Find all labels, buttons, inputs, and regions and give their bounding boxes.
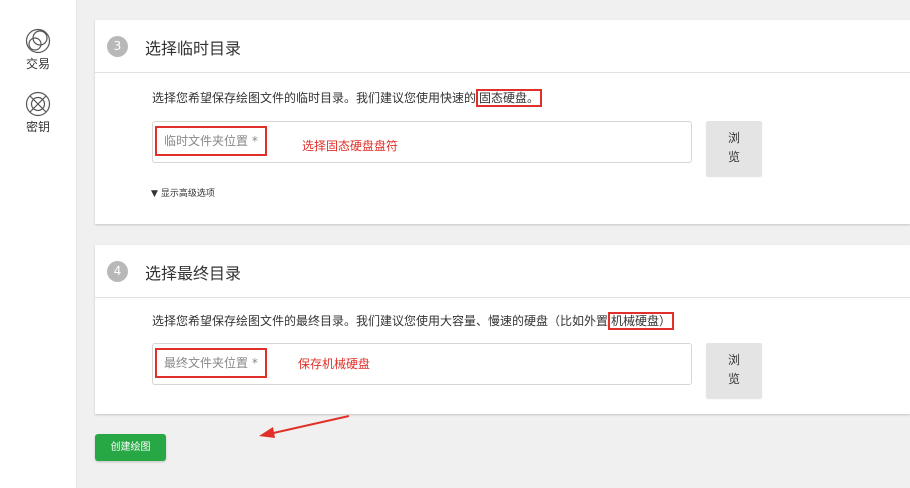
nav-label-keys: 密钥 bbox=[25, 120, 50, 134]
nav-label-exchange: 交易 bbox=[25, 57, 50, 71]
chevron-down-icon: ▼ bbox=[151, 189, 158, 199]
create-plot-button[interactable]: 创建绘图 bbox=[95, 434, 166, 461]
desc-text: 选择您希望保存绘图文件的临时目录。我们建议您使用快速的 bbox=[152, 91, 477, 105]
browse-label-2: 览 bbox=[727, 372, 740, 386]
browse-label-1: 浏 bbox=[727, 353, 740, 367]
browse-button[interactable]: 浏 览 bbox=[706, 343, 762, 398]
nav-item-exchange[interactable]: 交易 bbox=[14, 28, 62, 72]
browse-label-2: 览 bbox=[727, 150, 740, 164]
step-badge: 3 bbox=[107, 36, 128, 57]
desc-highlight: 固态硬盘。 bbox=[476, 89, 543, 107]
advanced-label: 显示高级选项 bbox=[160, 189, 215, 199]
annotation-arrow-icon bbox=[259, 415, 350, 438]
card-title: 选择临时目录 bbox=[145, 39, 242, 58]
main-content: 3 选择临时目录 选择您希望保存绘图文件的临时目录。我们建议您使用快速的 固态硬盘… bbox=[77, 0, 910, 488]
final-card-header: 4 选择最终目录 bbox=[95, 245, 910, 298]
annotation-note: 保存机械硬盘 bbox=[298, 357, 371, 371]
browse-label-1: 浏 bbox=[727, 131, 740, 145]
desc-text: 选择您希望保存绘图文件的最终目录。我们建议您使用大容量、慢速的硬盘（比如外置 bbox=[152, 314, 609, 328]
input-placeholder: 临时文件夹位置 * bbox=[155, 126, 267, 156]
temp-folder-input[interactable]: 临时文件夹位置 * bbox=[152, 121, 692, 163]
temp-directory-card: 3 选择临时目录 选择您希望保存绘图文件的临时目录。我们建议您使用快速的 固态硬盘… bbox=[95, 20, 910, 224]
side-nav: 交易 密钥 bbox=[0, 0, 76, 488]
input-placeholder: 最终文件夹位置 * bbox=[155, 348, 267, 378]
final-description: 选择您希望保存绘图文件的最终目录。我们建议您使用大容量、慢速的硬盘（比如外置 机械… bbox=[152, 312, 675, 330]
card-title: 选择最终目录 bbox=[145, 264, 242, 283]
browse-button[interactable]: 浏 览 bbox=[706, 121, 762, 176]
temp-card-header: 3 选择临时目录 bbox=[95, 20, 910, 73]
nav-item-keys[interactable]: 密钥 bbox=[14, 91, 62, 135]
temp-description: 选择您希望保存绘图文件的临时目录。我们建议您使用快速的 固态硬盘。 bbox=[152, 89, 543, 107]
final-folder-input[interactable]: 最终文件夹位置 * bbox=[152, 343, 692, 385]
desc-highlight: 机械硬盘） bbox=[608, 312, 675, 330]
key-icon bbox=[25, 91, 51, 117]
final-directory-card: 4 选择最终目录 选择您希望保存绘图文件的最终目录。我们建议您使用大容量、慢速的… bbox=[95, 245, 910, 414]
exchange-icon bbox=[25, 28, 51, 54]
step-badge: 4 bbox=[107, 261, 128, 282]
show-advanced-toggle[interactable]: ▼ 显示高级选项 bbox=[151, 186, 215, 199]
annotation-note: 选择固态硬盘盘符 bbox=[302, 139, 399, 153]
